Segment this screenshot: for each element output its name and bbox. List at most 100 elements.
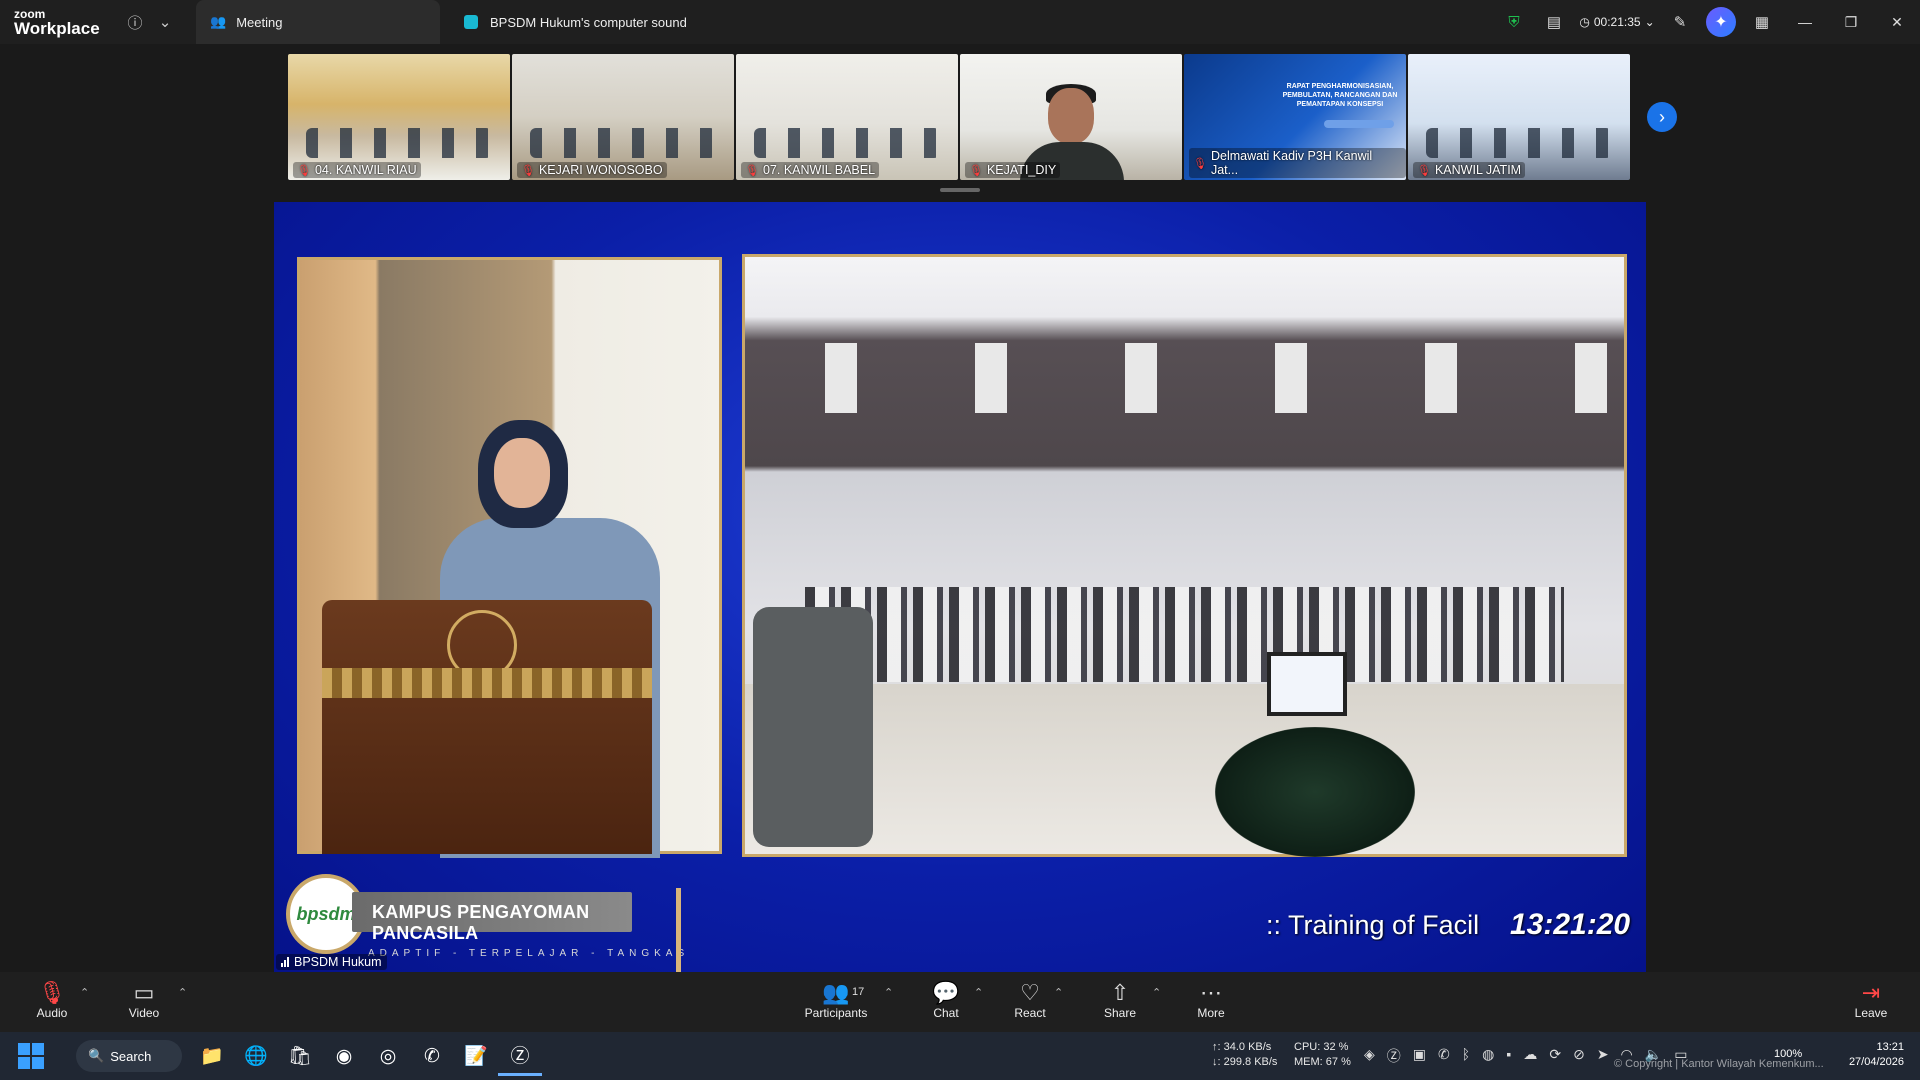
view-grid-icon[interactable]: ▦ [1742,13,1782,31]
zoom-logo: zoom Workplace [0,8,120,37]
clock-date[interactable]: 13:21 27/04/2026 [1842,1040,1904,1070]
participant-tile[interactable]: 🎙 KEJATI_DIY [960,54,1182,180]
shared-video-stage: bpsdm KAMPUS PENGAYOMAN PANCASILA ADAPTI… [274,202,1646,972]
download-speed: ↓: 299.8 KB/s [1212,1056,1278,1068]
network-speed: ↑: 34.0 KB/s ↓: 299.8 KB/s [1212,1040,1277,1070]
tab-meeting[interactable]: 👥 Meeting [196,0,440,44]
participant-tile[interactable]: 🎙 07. KANWIL BABEL [736,54,958,180]
audio-label: Audio [36,1006,68,1020]
search-icon: 🔍 [88,1048,105,1063]
vpn-icon[interactable]: ◍ [1482,1046,1494,1066]
chat-options-chevron-icon[interactable]: ⌃ [974,986,983,999]
participant-name-tag: 🎙 Delmawati Kadiv P3H Kanwil Jat... [1189,148,1406,178]
mic-muted-icon: 🎙 [969,164,983,177]
next-page-button[interactable]: › [1647,102,1677,132]
share-indicator-icon [464,15,478,29]
more-icon: ⋯ [1200,980,1222,1005]
react-label: React [1014,1006,1046,1020]
participant-video [1426,128,1612,158]
minimize-icon[interactable]: — [1782,14,1828,30]
encryption-shield-icon[interactable]: ⛨ [1494,14,1534,31]
participant-tile[interactable]: RAPAT PENGHARMONISASIAN, PEMBULATAN, RAN… [1184,54,1406,180]
video-button[interactable]: ▭ Video [104,980,184,1020]
participant-tile[interactable]: 🎙 KEJARI WONOSOBO [512,54,734,180]
banner-title: KAMPUS PENGAYOMAN PANCASILA [372,902,590,943]
slide-text: RAPAT PENGHARMONISASIAN, PEMBULATAN, RAN… [1282,83,1398,109]
brand-top: zoom [14,6,46,21]
discord-icon[interactable]: ◈ [1364,1046,1375,1066]
close-icon[interactable]: ✕ [1874,14,1920,31]
ai-companion-icon[interactable]: ✦ [1706,7,1736,37]
tab-meeting-label: Meeting [236,14,283,30]
mic-muted-icon: 🎙 [521,164,535,177]
taskbar-date: 27/04/2026 [1848,1056,1904,1068]
more-button[interactable]: ⋯ More [1171,980,1251,1020]
whatsapp-tray-icon[interactable]: ✆ [1438,1046,1450,1066]
zoom-tray-icon[interactable]: Ⓩ [1387,1046,1401,1066]
participants-options-chevron-icon[interactable]: ⌃ [884,986,893,999]
ticker-text: :: Training of Facil [1266,910,1480,940]
sync-icon[interactable]: ⟳ [1549,1046,1561,1066]
armchair [753,607,873,847]
memory-usage: MEM: 67 % [1294,1056,1351,1068]
wall-portraits [745,343,1624,413]
chrome-profile-icon[interactable]: ◎ [366,1036,410,1076]
store-icon[interactable]: 🛍 [278,1036,322,1076]
chevron-right-icon: › [1659,106,1665,127]
camera-off-icon[interactable]: ⊘ [1573,1046,1585,1066]
camera-icon: ▭ [133,980,155,1005]
logo-text: bpsdm [296,903,356,924]
participant-name-tag: 🎙 04. KANWIL RIAU [293,162,421,178]
participant-name: KANWIL JATIM [1434,163,1522,177]
zoom-app-icon[interactable]: Ⓩ [498,1036,542,1076]
windows-taskbar: 🔍 Search 📁 🌐 🛍 ◉ ◎ ✆ 📝 Ⓩ ↑: 34.0 KB/s ↓: 2… [0,1032,1920,1080]
participant-name: 04. KANWIL RIAU [314,163,417,177]
react-options-chevron-icon[interactable]: ⌃ [1054,986,1063,999]
system-monitor: CPU: 32 % MEM: 67 % [1294,1040,1351,1070]
location-icon[interactable]: ➤ [1597,1046,1609,1066]
notepad-icon[interactable]: 📝 [454,1036,498,1076]
notes-icon[interactable]: ▤ [1534,13,1574,31]
tab-computer-sound[interactable]: BPSDM Hukum's computer sound [450,0,750,44]
participant-tile[interactable]: 🎙 KANWIL JATIM [1408,54,1630,180]
file-explorer-icon[interactable]: 📁 [190,1036,234,1076]
hall-video-panel [742,254,1627,857]
edge-browser-icon[interactable]: 🌐 [234,1036,278,1076]
restore-icon[interactable]: ❐ [1828,14,1874,31]
share-options-chevron-icon[interactable]: ⌃ [1152,986,1161,999]
taskbar-time: 13:21 [1876,1041,1904,1053]
cloud-icon[interactable]: ☁ [1523,1046,1537,1066]
anydesk-icon[interactable]: ▣ [1413,1046,1426,1066]
more-label: More [1197,1006,1225,1020]
slide-pill [1324,120,1394,128]
info-icon[interactable]: ⓘ [120,7,150,37]
participants-count: 17 [852,986,865,998]
brand-bottom: Workplace [14,18,100,38]
people-icon: 👥 [210,14,227,29]
app-tray-icon[interactable]: ▪ [1506,1046,1511,1066]
hall-floor [745,684,1624,854]
participant-video [306,128,492,158]
share-button[interactable]: ⇧ Share [1080,980,1160,1020]
gallery-resize-handle[interactable] [940,188,980,192]
video-label: Video [128,1006,160,1020]
title-banner: KAMPUS PENGAYOMAN PANCASILA [352,892,632,943]
whatsapp-icon[interactable]: ✆ [410,1036,454,1076]
participants-label: Participants [804,1006,868,1020]
pen-icon[interactable]: ✎ [1660,13,1700,31]
title-bar: zoom Workplace ⓘ ⌄ 👥 Meeting BPSDM Hukum… [0,0,1920,44]
video-options-chevron-icon[interactable]: ⌃ [178,986,187,999]
chevron-down-icon[interactable]: ⌄ [150,7,180,37]
windows-start-icon[interactable] [18,1043,44,1069]
leave-button[interactable]: ⇥ Leave [1831,980,1911,1020]
monitor-display [1267,652,1347,716]
meeting-timer[interactable]: ◷ 00:21:35 ⌄ [1574,15,1660,29]
participant-tile[interactable]: 🎙 04. KANWIL RIAU [288,54,510,180]
bluetooth-icon[interactable]: ᛒ [1462,1046,1470,1066]
participant-video [530,128,716,158]
timer-value: 00:21:35 [1593,15,1641,29]
participant-name: KEJARI WONOSOBO [538,163,663,177]
audio-options-chevron-icon[interactable]: ⌃ [80,986,89,999]
chrome-icon[interactable]: ◉ [322,1036,366,1076]
taskbar-search[interactable]: 🔍 Search [76,1040,182,1072]
